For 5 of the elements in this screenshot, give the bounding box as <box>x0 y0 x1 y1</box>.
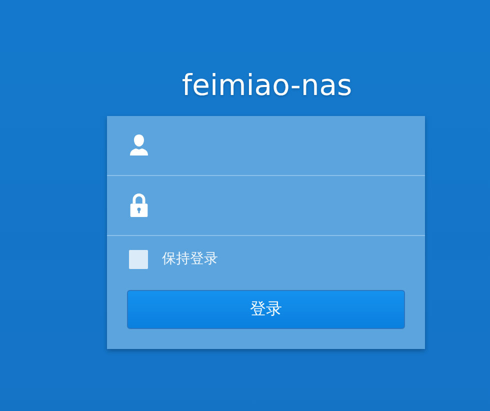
site-title: feimiao-nas <box>182 67 352 104</box>
remember-label: 保持登录 <box>162 250 218 268</box>
remember-checkbox[interactable] <box>129 250 148 268</box>
login-button[interactable]: 登录 <box>127 290 405 329</box>
user-icon <box>127 133 151 158</box>
